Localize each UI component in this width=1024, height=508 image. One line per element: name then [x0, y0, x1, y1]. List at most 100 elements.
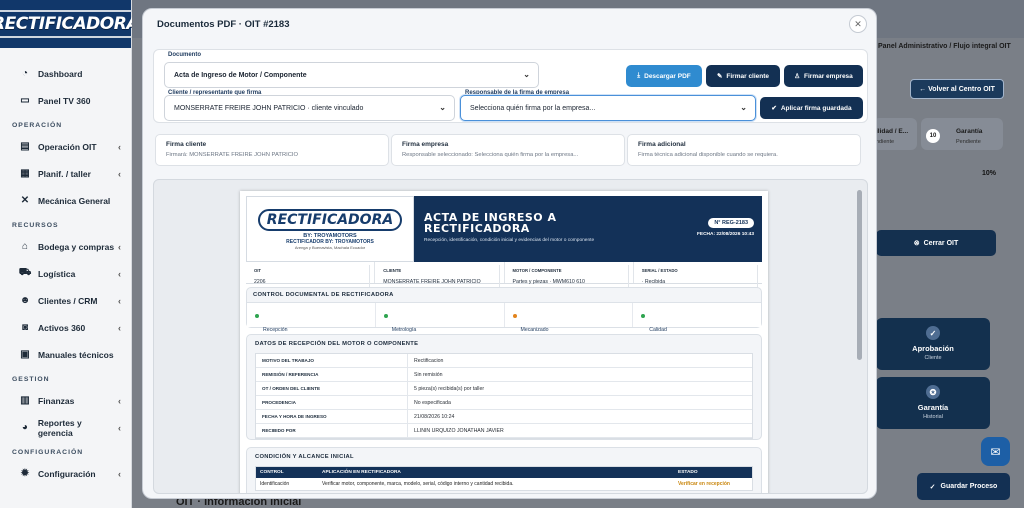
row-value: 5 pieza(s) recibida(s) por taller	[414, 385, 485, 392]
info-key: OIT	[250, 265, 371, 276]
sidebar-item-label: Operación OIT	[38, 141, 97, 152]
sidebar-item-label: Mecánica General	[38, 195, 111, 206]
company-signer-select[interactable]: Selecciona quién firma por la empresa...…	[460, 95, 756, 121]
table-row: PROCEDENCIA No especificada	[256, 395, 752, 410]
chevron-left-icon: ‹	[118, 295, 121, 306]
info-client: CLIENTE MONSERRATE FREIRE JOHN PATRICIO	[375, 262, 505, 288]
sidebar-item-bodega-y-compras[interactable]: ⌂ Bodega y compras ‹	[0, 233, 131, 260]
sidebar-item-activos-360[interactable]: ◙ Activos 360 ‹	[0, 314, 131, 341]
info-key: CLIENTE	[379, 265, 500, 276]
close-button[interactable]: ✕	[849, 15, 867, 33]
download-pdf-label: Descargar PDF	[644, 72, 691, 80]
chart-pie-icon: ◕	[21, 422, 28, 433]
control-section: CONTROL DOCUMENTAL DE RECTIFICADORA Rece…	[246, 287, 762, 356]
document-select[interactable]: Acta de Ingreso de Motor / Componente ⌄	[164, 62, 539, 88]
signature-card-company: Firma empresa Responsable seleccionado: …	[391, 134, 625, 166]
info-oit: OIT 2206	[246, 262, 376, 288]
registration-date: FECHA: 22/08/2026 10:43	[696, 232, 754, 237]
chat-button[interactable]: ✉	[981, 437, 1010, 466]
status-dot-icon	[641, 314, 646, 318]
download-pdf-button[interactable]: ⤓ Descargar PDF	[626, 65, 702, 87]
sidebar-item-configuracion[interactable]: ✹ Configuración ‹	[0, 460, 131, 487]
document-logo: RECTIFICADORA BY: TROYAMOTORS RECTIFICAD…	[246, 196, 414, 262]
sign-company-button[interactable]: ♙ Firmar empresa	[784, 65, 863, 87]
save-process-button[interactable]: ✓ Guardar Proceso	[917, 473, 1010, 500]
sidebar-item-manuales-tecnicos[interactable]: ▣ Manuales técnicos	[0, 341, 131, 368]
condition-status: Verificar en recepción	[678, 481, 730, 487]
info-key: SERIAL / ESTADO	[638, 265, 758, 276]
sign-client-button[interactable]: ✎ Firmar cliente	[706, 65, 780, 87]
condition-title: CONDICIÓN Y ALCANCE INICIAL	[255, 454, 354, 460]
apply-saved-signature-button[interactable]: ✔ Aplicar firma guardada	[760, 97, 863, 119]
company-signer-value: Selecciona quién firma por la empresa...	[470, 104, 596, 112]
signature-card-title: Firma cliente	[166, 141, 207, 148]
back-to-oit-center-button[interactable]: ← Volver al Centro OIT	[910, 79, 1004, 99]
row-value: LLININ URQUIZO JONATHAN JAVIER	[414, 427, 504, 434]
sign-company-label: Firmar empresa	[804, 72, 853, 80]
chevron-down-icon: ⌄	[523, 70, 530, 79]
sidebar-item-finanzas[interactable]: ▥ Finanzas ‹	[0, 387, 131, 414]
signature-card-text: Responsable seleccionado: Selecciona qui…	[402, 152, 579, 158]
signature-card-additional: Firma adicional Firma técnica adicional …	[627, 134, 861, 166]
pdf-preview[interactable]: RECTIFICADORA BY: TROYAMOTORS RECTIFICAD…	[153, 179, 868, 494]
registration-badge: N° REG-2183	[708, 218, 754, 228]
sidebar-item-panel-tv-360[interactable]: ▭ Panel TV 360	[0, 87, 131, 114]
apply-signature-label: Aplicar firma guardada	[780, 104, 852, 112]
breadcrumb-admin[interactable]: Panel Administrativo	[878, 43, 947, 50]
sidebar-item-label: Manuales técnicos	[38, 349, 114, 360]
sidebar-item-label: Panel TV 360	[38, 95, 91, 106]
scrollbar-thumb[interactable]	[857, 190, 862, 360]
signature-card-title: Firma empresa	[402, 141, 449, 148]
signature-card-text: Firmará: MONSERRATE FREIRE JOHN PATRICIO	[166, 152, 299, 158]
progress-percent: 10%	[982, 170, 997, 177]
table-row: REMISIÓN / REFERENCIA Sin remisión	[256, 367, 752, 382]
chevron-left-icon: ‹	[118, 468, 121, 479]
table-row: RECIBIDO POR LLININ URQUIZO JONATHAN JAVI…	[256, 423, 752, 438]
sidebar-item-logistica[interactable]: ⛟ Logística ‹	[0, 260, 131, 287]
client-signer-select[interactable]: MONSERRATE FREIRE JOHN PATRICIO · client…	[164, 95, 455, 121]
download-icon: ⤓	[637, 72, 641, 79]
breadcrumb-flow[interactable]: Flujo integral OIT	[953, 43, 1011, 50]
row-value: Sin remisión	[414, 371, 443, 378]
sidebar-item-reportes-y-gerencia[interactable]: ◕ Reportes y gerencia ‹	[0, 414, 131, 441]
row-key: MOTIVO DEL TRABAJO	[256, 353, 408, 368]
close-oit-button[interactable]: ⊗ Cerrar OIT	[876, 230, 996, 256]
row-key: FECHA Y HORA DE INGRESO	[256, 409, 408, 424]
client-signer-value: MONSERRATE FREIRE JOHN PATRICIO · client…	[174, 104, 364, 112]
stat-card-a-sub: ndiente	[876, 139, 895, 145]
logo[interactable]: RECTIFICADORA	[0, 0, 149, 48]
document-title-band: ACTA DE INGRESO A RECTIFICADORA Recepció…	[414, 196, 762, 262]
check-badge-icon: ✓	[926, 326, 940, 340]
stat-card-a-label: ilidad / E...	[876, 128, 909, 135]
row-key: PROCEDENCIA	[256, 395, 408, 410]
condition-header: CONTROL APLICACIÓN EN RECTIFICADORA ESTA…	[256, 467, 752, 478]
sidebar-item-label: Finanzas	[38, 395, 75, 406]
close-circle-icon: ⊗	[913, 240, 920, 247]
row-value: No especificada	[414, 399, 451, 406]
chat-icon: ✉	[990, 444, 1001, 459]
sidebar-item-label: Clientes / CRM	[38, 295, 98, 306]
reception-table: MOTIVO DEL TRABAJO Rectificacion REMISIÓN …	[255, 353, 753, 439]
sidebar-item-mecanica-general[interactable]: ✕ Mecánica General	[0, 187, 131, 214]
sidebar-item-clientes-crm[interactable]: ☻ Clientes / CRM ‹	[0, 287, 131, 314]
document-subtitle: Recepción, identificación, condición ini…	[424, 238, 595, 243]
sidebar-item-planif-taller[interactable]: ▦ Planif. / taller ‹	[0, 160, 131, 187]
book-icon: ▣	[20, 349, 30, 360]
sidebar-item-label: Bodega y compras	[38, 241, 115, 252]
users-icon: ☻	[19, 295, 31, 306]
sidebar-item-dashboard[interactable]: ◔ Dashboard	[0, 60, 131, 87]
stat-card-b-label: Garantía	[956, 128, 983, 135]
document-select-value: Acta de Ingreso de Motor / Componente	[174, 71, 307, 79]
control-title: CONTROL DOCUMENTAL DE RECTIFICADORA	[253, 292, 394, 298]
stage-approval-label: Aprobación	[912, 344, 954, 353]
stage-card-approval[interactable]: ✓ Aprobación Cliente	[876, 318, 990, 370]
stage-card-warranty[interactable]: ✪ Garantía Historial	[876, 377, 990, 429]
sidebar-item-operacion-oit[interactable]: ▤ Operación OIT ‹	[0, 133, 131, 160]
stage-warranty-sub: Historial	[923, 414, 943, 420]
chevron-left-icon: ‹	[118, 141, 121, 152]
condition-header-cell: CONTROL	[260, 470, 284, 475]
modal-title: Documentos PDF · OIT #2183	[157, 19, 290, 30]
sidebar-section-title: OPERACIÓN	[12, 122, 63, 129]
tv-icon: ▭	[20, 95, 30, 106]
condition-header-cell: APLICACIÓN EN RECTIFICADORA	[322, 470, 401, 475]
